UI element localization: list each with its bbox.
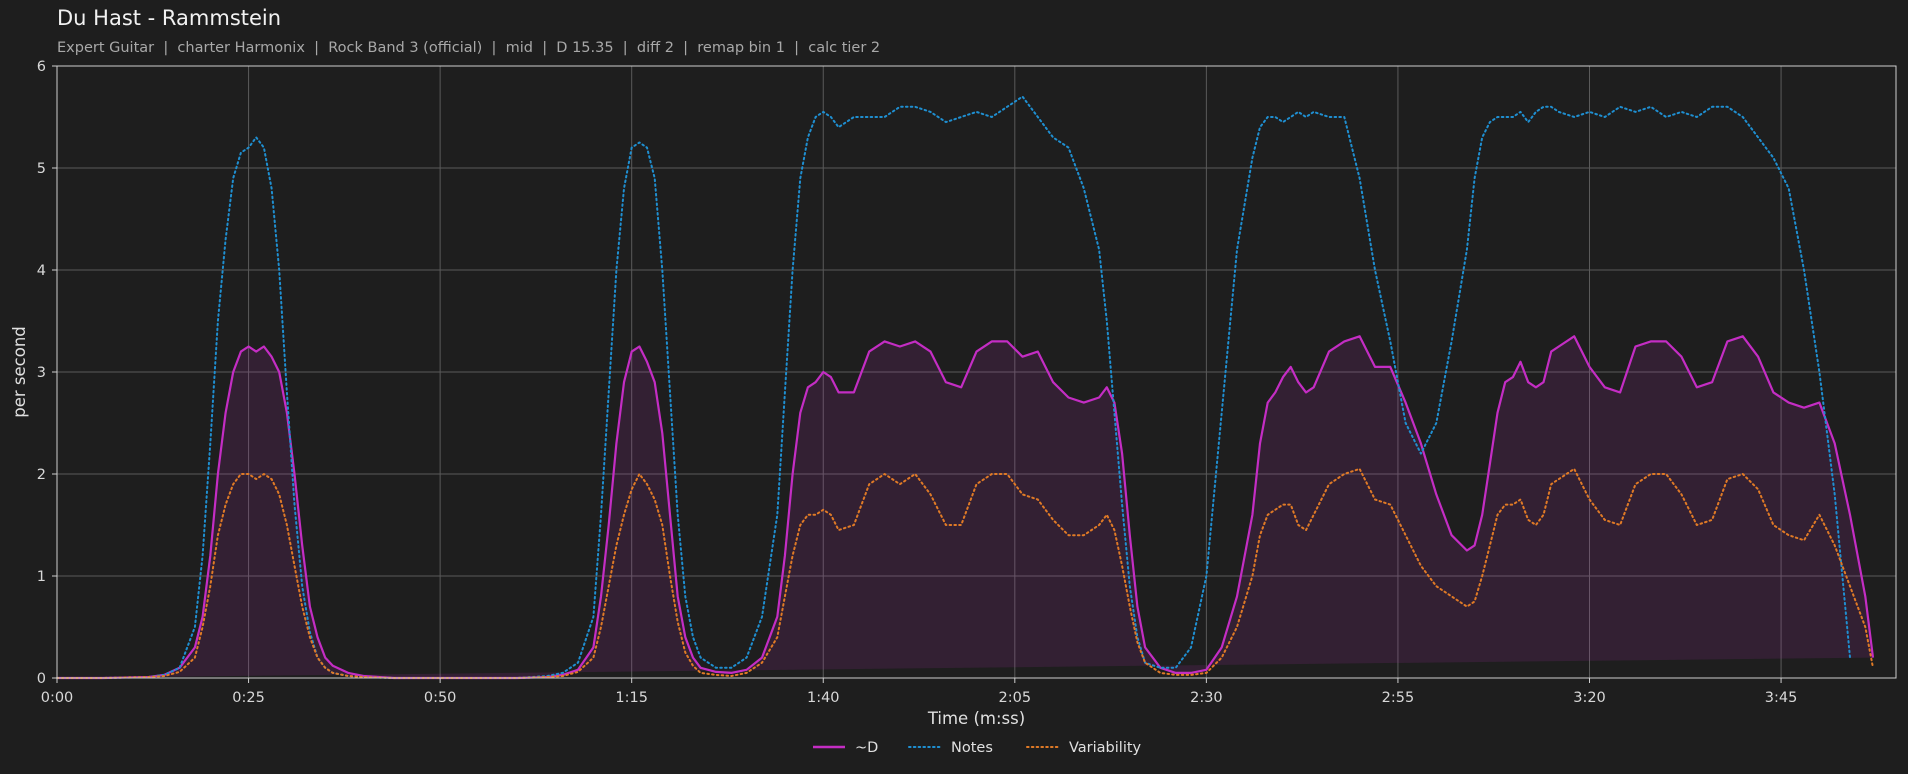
chart-svg: 0:00 0:25 0:50 1:15 1:40 2:05 2:30 2:55 3:20 3:45…: [10, 59, 1897, 756]
y-tick-label: 1: [37, 569, 46, 585]
x-tick-label: 1:40: [807, 690, 840, 706]
x-tick-label: 3:20: [1573, 690, 1606, 706]
series-layer: [56, 95, 1875, 680]
legend-label-1: Notes: [951, 740, 993, 756]
x-tick-label: 0:50: [424, 690, 457, 706]
x-tick-label: 2:05: [999, 690, 1032, 706]
y-axis-label: per second: [10, 326, 29, 418]
y-tick-label: 2: [37, 467, 46, 483]
legend-label-2: Variability: [1069, 740, 1142, 756]
y-tick-label: 3: [37, 365, 46, 381]
x-tick-label: 0:00: [41, 690, 74, 706]
legend: ~D Notes Variability: [813, 740, 1142, 756]
y-tick-label: 0: [37, 671, 46, 687]
series-area-0: [57, 336, 1873, 678]
x-axis-label: Time (m:ss): [927, 709, 1025, 728]
legend-label-0: ~D: [855, 740, 878, 756]
x-tick-label: 1:15: [615, 690, 648, 706]
x-tick-label: 3:45: [1765, 690, 1798, 706]
x-tick-label: 2:30: [1190, 690, 1223, 706]
x-tick-label: 2:55: [1382, 690, 1415, 706]
y-tick-label: 5: [37, 161, 46, 177]
y-tick-label: 6: [37, 59, 46, 75]
x-tick-label: 0:25: [232, 690, 265, 706]
y-tick-label: 4: [37, 263, 46, 279]
x-axis-ticks: 0:00 0:25 0:50 1:15 1:40 2:05 2:30 2:55 3:20 3:45: [41, 678, 1798, 706]
y-axis-ticks: 0 1 2 3 4 5 6: [37, 59, 57, 687]
